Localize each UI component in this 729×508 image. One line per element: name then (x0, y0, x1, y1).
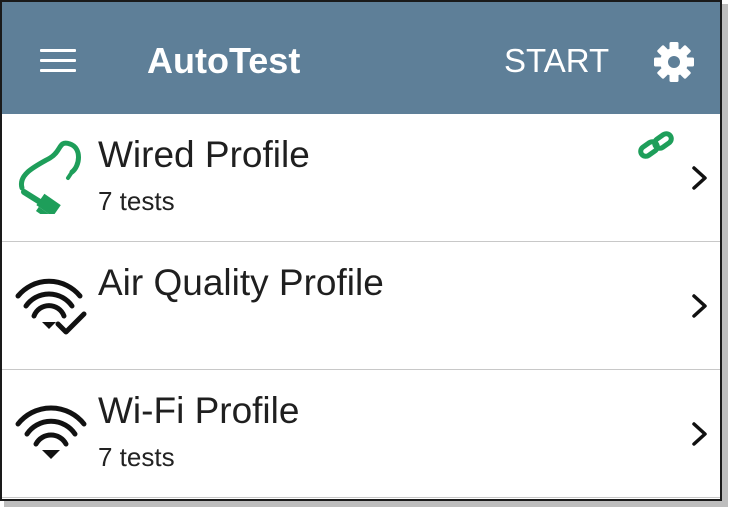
profile-test-count: 7 tests (98, 442, 175, 472)
profile-row-air-quality[interactable]: Air Quality Profile (2, 242, 720, 370)
gear-icon[interactable] (652, 40, 696, 84)
wifi-check-icon (14, 272, 92, 350)
ethernet-cable-icon (14, 136, 92, 220)
profile-row-wifi[interactable]: Wi-Fi Profile 7 tests (2, 370, 720, 498)
frame-shadow-bottom (4, 501, 728, 507)
profile-title: Wired Profile (98, 134, 310, 175)
app-bar: AutoTest START (2, 2, 720, 114)
chevron-right-icon[interactable] (688, 420, 712, 448)
app-title: AutoTest (147, 40, 301, 81)
frame-shadow-right (722, 4, 728, 505)
profile-title: Air Quality Profile (98, 262, 384, 303)
chevron-right-icon[interactable] (688, 292, 712, 320)
profile-test-count: 7 tests (98, 186, 175, 216)
start-button[interactable]: START (504, 42, 609, 80)
profile-row-wired[interactable]: Wired Profile 7 tests (2, 114, 720, 242)
app-window: AutoTest START Wired Profile 7 tests Air… (0, 0, 722, 501)
hamburger-menu-icon[interactable] (34, 40, 82, 80)
chevron-right-icon[interactable] (688, 164, 712, 192)
link-icon (636, 128, 676, 164)
wifi-icon (14, 400, 92, 478)
profile-title: Wi-Fi Profile (98, 390, 300, 431)
